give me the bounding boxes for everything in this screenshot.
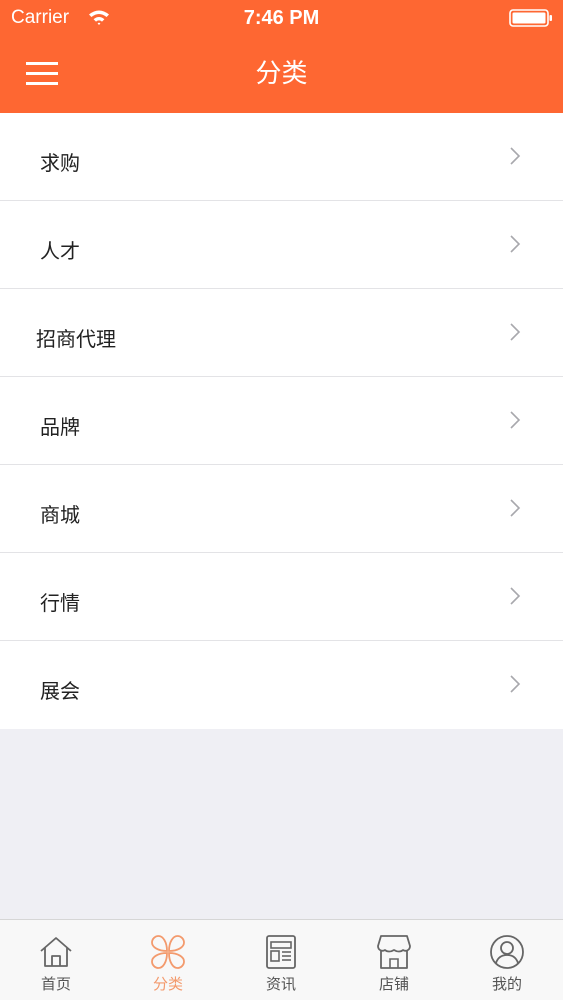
category-item-zhanhui[interactable]: 展会 bbox=[0, 641, 563, 729]
nav-bar: 分类 bbox=[0, 36, 563, 113]
chevron-right-icon bbox=[510, 235, 521, 253]
tab-label: 店铺 bbox=[378, 975, 409, 993]
category-item-zhaoshang[interactable]: 招商代理 bbox=[0, 289, 563, 377]
tab-label: 我的 bbox=[491, 975, 522, 993]
news-icon bbox=[266, 935, 296, 969]
tab-home[interactable]: 首页 bbox=[0, 920, 112, 1000]
chevron-right-icon bbox=[510, 147, 521, 165]
category-item-qiugou[interactable]: 求购 bbox=[0, 113, 563, 201]
category-label: 招商代理 bbox=[36, 327, 116, 351]
tab-label: 分类 bbox=[152, 975, 183, 993]
tab-category[interactable]: 分类 bbox=[112, 920, 224, 1000]
category-item-pinpai[interactable]: 品牌 bbox=[0, 377, 563, 465]
category-label: 人才 bbox=[40, 239, 80, 263]
category-item-shangcheng[interactable]: 商城 bbox=[0, 465, 563, 553]
category-item-rencai[interactable]: 人才 bbox=[0, 201, 563, 289]
tab-profile[interactable]: 我的 bbox=[451, 920, 563, 1000]
category-icon bbox=[151, 935, 185, 969]
profile-icon bbox=[490, 935, 524, 969]
chevron-right-icon bbox=[510, 675, 521, 693]
chevron-right-icon bbox=[510, 323, 521, 341]
category-label: 品牌 bbox=[40, 415, 80, 439]
store-icon bbox=[377, 935, 411, 969]
category-label: 展会 bbox=[40, 679, 80, 703]
chevron-right-icon bbox=[510, 411, 521, 429]
tab-news[interactable]: 资讯 bbox=[225, 920, 337, 1000]
tab-label: 首页 bbox=[40, 975, 71, 993]
chevron-right-icon bbox=[510, 587, 521, 605]
category-label: 行情 bbox=[40, 591, 80, 615]
chevron-right-icon bbox=[510, 499, 521, 517]
category-label: 商城 bbox=[40, 503, 80, 527]
battery-icon bbox=[509, 9, 552, 27]
tab-bar: 首页 分类 资讯 店铺 我的 bbox=[0, 919, 563, 1000]
clock-time: 7:46 PM bbox=[243, 7, 320, 29]
page-title: 分类 bbox=[255, 59, 308, 89]
tab-store[interactable]: 店铺 bbox=[338, 920, 450, 1000]
category-list: 求购 人才 招商代理 品牌 商城 行情 展会 bbox=[0, 113, 563, 729]
home-icon bbox=[40, 937, 72, 967]
app-header: Carrier 7:46 PM 分类 bbox=[0, 0, 563, 113]
tab-label: 资讯 bbox=[265, 975, 296, 993]
category-item-hangqing[interactable]: 行情 bbox=[0, 553, 563, 641]
category-label: 求购 bbox=[40, 151, 80, 175]
status-bar: Carrier 7:46 PM bbox=[0, 0, 563, 36]
